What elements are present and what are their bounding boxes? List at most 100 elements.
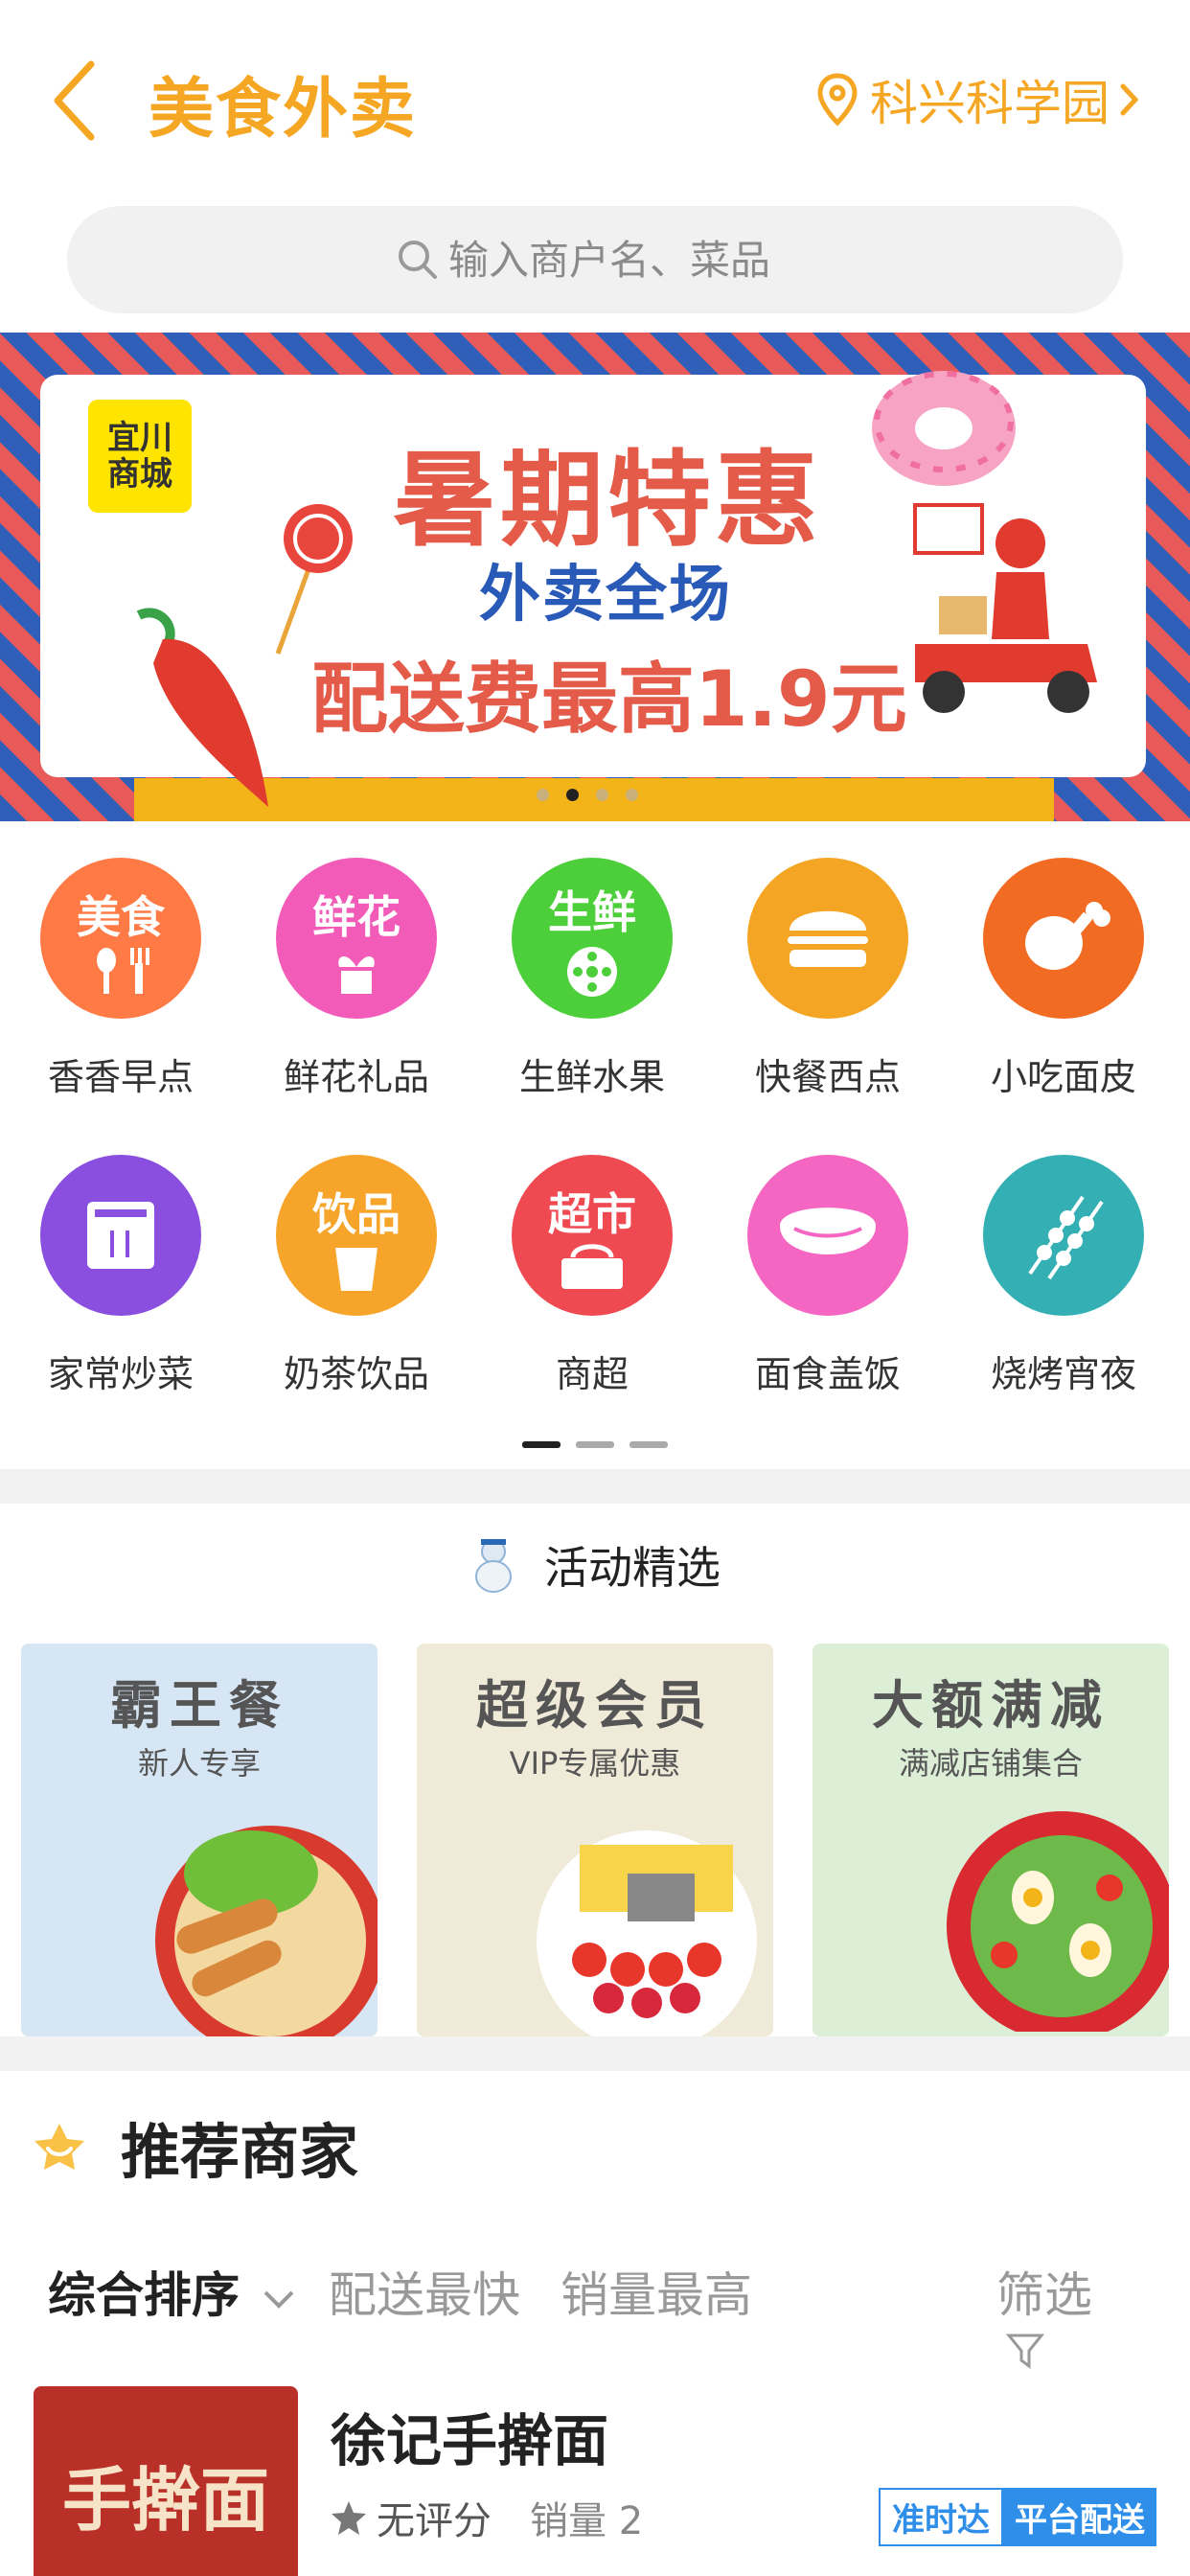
sort-comprehensive[interactable]: 综合排序 [48, 2257, 296, 2326]
category-label: 生鲜水果 [518, 1056, 665, 1098]
activity-heading: 大额满减 [872, 1675, 1110, 1736]
banner-subtitle: 外卖全场 [479, 560, 732, 631]
mall-logo: 宜川商城 [88, 400, 192, 513]
back-button[interactable] [48, 53, 105, 149]
category-label: 烧烤宵夜 [990, 1353, 1136, 1395]
recommend-title: 推荐商家 [121, 2117, 359, 2187]
category-milk-tea[interactable]: 饮品 奶茶饮品 [239, 1155, 474, 1397]
filter-icon [1005, 2334, 1045, 2369]
donut-illustration [872, 371, 1016, 486]
skewer-icon [983, 1155, 1144, 1316]
banner-title: 暑期特惠 [393, 441, 823, 561]
sort-sales[interactable]: 销量最高 [561, 2257, 752, 2326]
salad-plate-image [947, 1811, 1169, 2032]
mall-logo-text: 宜川商城 [107, 419, 172, 494]
cup-icon: 饮品 [276, 1155, 437, 1316]
top-bar: 美食外卖 科兴科学园 [0, 0, 1190, 192]
fruit-icon: 生鲜 [512, 858, 673, 1019]
category-home-dishes[interactable]: 家常炒菜 [3, 1155, 239, 1397]
activity-heading: 霸王餐 [110, 1675, 288, 1736]
page-indicator-active [522, 1441, 561, 1448]
shop-sales: 销量 2 [530, 2499, 644, 2543]
category-label: 奶茶饮品 [283, 1353, 429, 1395]
banner-pagination [537, 789, 638, 801]
category-fresh-fruit[interactable]: 生鲜 生鲜水果 [474, 858, 710, 1100]
banner-offer: 配送费最高1.9元 [311, 655, 907, 744]
search-bar[interactable] [67, 206, 1123, 313]
page-indicator [629, 1441, 668, 1448]
promo-banner[interactable]: 宜川商城 暑期特惠 外卖全场 配送费最高1.9元 [0, 333, 1190, 821]
location-pin-icon [817, 73, 858, 126]
shop-meta: 无评分 销量 2 [331, 2490, 643, 2545]
category-icon-text: 美食 [77, 891, 165, 943]
page-indicator [576, 1441, 614, 1448]
star-icon [332, 2501, 366, 2535]
drumstick-icon [983, 858, 1144, 1019]
banner-dot[interactable] [596, 789, 608, 801]
flower-icon: 鲜花 [276, 858, 437, 1019]
category-fast-food[interactable]: 快餐西点 [710, 858, 946, 1100]
chevron-left-icon [54, 60, 95, 141]
chevron-right-icon [1120, 83, 1139, 116]
category-label: 快餐西点 [754, 1056, 901, 1098]
chili-illustration [136, 608, 268, 807]
shop-sign: 手擀面 [61, 2459, 269, 2541]
category-label: 香香早点 [47, 1056, 194, 1098]
location-selector[interactable]: 科兴科学园 [816, 65, 1152, 134]
delivery-rider-illustration [913, 503, 1097, 713]
activities-header: 活动精选 [0, 1533, 1190, 1597]
category-supermarket[interactable]: 超市 商超 [474, 1155, 710, 1397]
category-label: 家常炒菜 [47, 1353, 194, 1395]
category-bbq[interactable]: 烧烤宵夜 [946, 1155, 1181, 1397]
location-label: 科兴科学园 [870, 76, 1110, 131]
category-breakfast[interactable]: 美食 香香早点 [3, 858, 239, 1100]
category-icon-text: 生鲜 [548, 886, 636, 938]
activity-card-discounts[interactable]: 大额满减 满减店铺集合 [812, 1644, 1169, 2036]
category-noodles-rice[interactable]: 面食盖饭 [710, 1155, 946, 1397]
delivery-badges: 准时达 平台配送 [879, 2488, 1156, 2546]
section-divider [0, 2036, 1190, 2071]
sort-comprehensive-label: 综合排序 [48, 2267, 240, 2323]
category-label: 鲜花礼品 [283, 1056, 429, 1098]
category-snacks[interactable]: 小吃面皮 [946, 858, 1181, 1100]
activity-heading: 超级会员 [476, 1675, 714, 1736]
shop-image[interactable]: 手擀面 [34, 2386, 298, 2576]
burger-icon [747, 858, 908, 1019]
search-input[interactable] [448, 236, 793, 284]
basket-icon: 超市 [512, 1155, 673, 1316]
crown-icon [34, 2124, 84, 2170]
activity-card-super-member[interactable]: 超级会员 VIP专属优惠 [417, 1644, 773, 2036]
dumpling-icon [747, 1155, 908, 1316]
activity-subtitle: 满减店铺集合 [898, 1745, 1083, 1782]
category-label: 面食盖饭 [754, 1353, 901, 1395]
recommend-header: 推荐商家 [31, 2104, 358, 2190]
section-divider [0, 1469, 1190, 1504]
box-icon [40, 1155, 201, 1316]
banner-dot[interactable] [626, 789, 638, 801]
category-icon-text: 超市 [548, 1188, 636, 1240]
filter-label: 筛选 [996, 2267, 1092, 2323]
shop-rating: 无评分 [377, 2499, 492, 2543]
category-icon-text: 饮品 [312, 1188, 400, 1240]
snowman-icon [475, 1539, 512, 1593]
ontime-badge: 准时达 [879, 2488, 1003, 2546]
category-flowers[interactable]: 鲜花 鲜花礼品 [239, 858, 474, 1100]
category-icon-text: 鲜花 [312, 891, 400, 943]
banner-dot-active[interactable] [566, 789, 579, 801]
banner-dot[interactable] [537, 789, 549, 801]
cutlery-icon: 美食 [40, 858, 201, 1019]
chevron-down-icon [264, 2290, 294, 2309]
activity-card-free-meal[interactable]: 霸王餐 新人专享 [21, 1644, 378, 2036]
search-icon [399, 241, 437, 279]
noodle-bowl-image [155, 1826, 378, 2036]
sort-bar: 综合排序 配送最快 销量最高 筛选 [48, 2257, 1150, 2369]
filter-button[interactable]: 筛选 [996, 2257, 1150, 2381]
activity-subtitle: 新人专享 [137, 1745, 261, 1782]
platform-delivery-badge: 平台配送 [1003, 2488, 1156, 2546]
activities-title: 活动精选 [544, 1542, 721, 1594]
sort-fastest[interactable]: 配送最快 [329, 2257, 520, 2326]
shop-name[interactable]: 徐记手擀面 [331, 2396, 608, 2476]
category-label: 商超 [555, 1353, 629, 1395]
page-title: 美食外卖 [149, 72, 418, 148]
category-label: 小吃面皮 [990, 1056, 1136, 1098]
